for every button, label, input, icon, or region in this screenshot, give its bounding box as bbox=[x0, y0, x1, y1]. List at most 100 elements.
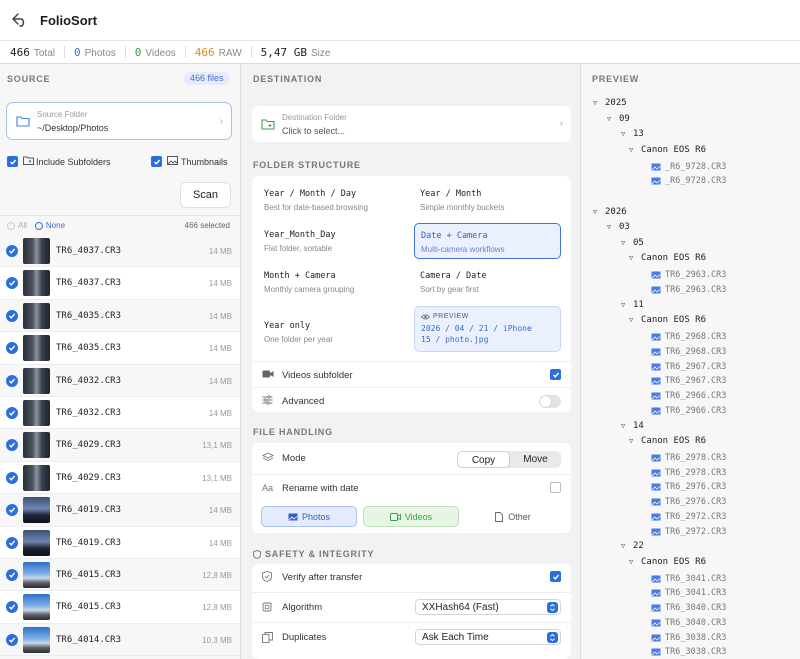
tree-folder[interactable]: ▽ Canon EOS R6 bbox=[629, 315, 706, 325]
destination-folder-picker[interactable]: Destination Folder Click to select... › bbox=[252, 106, 571, 142]
duplicates-select[interactable]: Ask Each Time bbox=[415, 629, 561, 645]
tree-file[interactable]: TR6_2978.CR3 bbox=[651, 468, 726, 478]
file-checkbox[interactable] bbox=[6, 342, 18, 355]
file-row[interactable]: TR6_4037.CR3 14 MB bbox=[0, 267, 240, 300]
file-checkbox[interactable] bbox=[6, 406, 18, 419]
move-segment[interactable]: Move bbox=[510, 451, 561, 468]
tree-folder[interactable]: ▽ 2026 bbox=[593, 207, 627, 217]
file-row[interactable]: TR6_4014.CR3 10,3 MB bbox=[0, 624, 240, 657]
file-checkbox[interactable] bbox=[6, 374, 18, 387]
tree-file[interactable]: TR6_3040.CR3 bbox=[651, 603, 726, 613]
thumbnails-checkbox[interactable] bbox=[151, 156, 162, 167]
file-checkbox[interactable] bbox=[6, 633, 18, 646]
file-checkbox[interactable] bbox=[6, 309, 18, 322]
tree-file[interactable]: TR6_3038.CR3 bbox=[651, 647, 726, 657]
structure-option[interactable]: Month + Camera Monthly camera grouping bbox=[258, 264, 405, 300]
verify-checkbox[interactable] bbox=[550, 571, 561, 582]
structure-option[interactable]: Year only One folder per year bbox=[258, 314, 405, 350]
tree-folder[interactable]: ▽ 14 bbox=[621, 421, 644, 431]
tree-folder[interactable]: ▽ 05 bbox=[621, 238, 644, 248]
tree-file[interactable]: TR6_2976.CR3 bbox=[651, 482, 726, 492]
tree-file[interactable]: TR6_2972.CR3 bbox=[651, 527, 726, 537]
tree-file[interactable]: _R6_9728.CR3 bbox=[651, 162, 726, 172]
file-checkbox[interactable] bbox=[6, 504, 18, 517]
tree-folder[interactable]: ▽ Canon EOS R6 bbox=[629, 253, 706, 263]
source-folder-picker[interactable]: Source Folder ~/Desktop/Photos › bbox=[6, 102, 232, 140]
file-row[interactable]: TR6_4029.CR3 13,1 MB bbox=[0, 461, 240, 495]
tree-file-label: TR6_2966.CR3 bbox=[665, 391, 727, 402]
tree-file[interactable]: TR6_2967.CR3 bbox=[651, 362, 726, 372]
structure-option[interactable]: Year / Month Simple monthly buckets bbox=[414, 182, 561, 218]
tree-file[interactable]: _R6_9728.CR3 bbox=[651, 176, 726, 186]
file-checkbox[interactable] bbox=[6, 601, 18, 614]
file-checkbox[interactable] bbox=[6, 277, 18, 290]
tree-file[interactable]: TR6_3038.CR3 bbox=[651, 633, 726, 643]
select-all[interactable]: All bbox=[7, 221, 27, 230]
photos-filter-button[interactable]: Photos bbox=[261, 506, 357, 527]
tree-file[interactable]: TR6_2963.CR3 bbox=[651, 285, 726, 295]
tree-folder[interactable]: ▽ 22 bbox=[621, 541, 644, 551]
file-checkbox[interactable] bbox=[6, 536, 18, 549]
stat-value: 5,47 GB bbox=[260, 45, 307, 59]
tree-file[interactable]: TR6_2967.CR3 bbox=[651, 376, 726, 386]
tree-file[interactable]: TR6_3040.CR3 bbox=[651, 618, 726, 628]
thumbnails-option[interactable]: Thumbnails bbox=[151, 156, 228, 167]
tree-folder[interactable]: ▽ 2025 bbox=[593, 98, 627, 108]
verify-row[interactable]: Verify after transfer bbox=[252, 564, 571, 590]
file-row[interactable]: TR6_4015.CR3 12,8 MB bbox=[0, 559, 240, 592]
tree-folder[interactable]: ▽ 03 bbox=[607, 222, 630, 232]
tree-folder[interactable]: ▽ 13 bbox=[621, 129, 644, 139]
mode-segmented-control[interactable]: Copy Move bbox=[457, 451, 561, 468]
structure-option[interactable]: Camera / Date Sort by gear first bbox=[414, 264, 561, 300]
file-checkbox[interactable] bbox=[6, 245, 18, 257]
tree-folder[interactable]: ▽ 11 bbox=[621, 300, 644, 310]
other-filter-button[interactable]: Other bbox=[465, 506, 561, 527]
structure-option[interactable]: Date + Camera Multi-camera workflows bbox=[414, 223, 561, 259]
tree-file[interactable]: TR6_2978.CR3 bbox=[651, 453, 726, 463]
tree-folder[interactable]: ▽ Canon EOS R6 bbox=[629, 145, 706, 155]
tree-file[interactable]: TR6_2968.CR3 bbox=[651, 347, 726, 357]
videos-filter-button[interactable]: Videos bbox=[363, 506, 459, 527]
file-checkbox[interactable] bbox=[6, 568, 18, 581]
tree-file[interactable]: TR6_2963.CR3 bbox=[651, 270, 726, 280]
file-row[interactable]: TR6_4032.CR3 14 MB bbox=[0, 396, 240, 430]
tree-folder[interactable]: ▽ Canon EOS R6 bbox=[629, 436, 706, 446]
file-row[interactable]: TR6_4035.CR3 14 MB bbox=[0, 332, 240, 365]
duplicates-value: Ask Each Time bbox=[422, 632, 489, 643]
scan-button[interactable]: Scan bbox=[180, 182, 231, 208]
tree-file[interactable]: TR6_3041.CR3 bbox=[651, 588, 726, 598]
tree-file[interactable]: TR6_2968.CR3 bbox=[651, 332, 726, 342]
tree-file-label: TR6_2978.CR3 bbox=[665, 453, 727, 463]
algorithm-select[interactable]: XXHash64 (Fast) bbox=[415, 599, 561, 615]
file-row[interactable]: TR6_4029.CR3 13,1 MB bbox=[0, 429, 240, 462]
copy-segment[interactable]: Copy bbox=[457, 451, 510, 468]
include-subfolders-checkbox[interactable] bbox=[7, 156, 18, 167]
structure-option[interactable]: Year / Month / Day Best for date-based br… bbox=[258, 182, 405, 218]
tree-file-label: _R6_9728.CR3 bbox=[665, 161, 727, 172]
tree-file[interactable]: TR6_2972.CR3 bbox=[651, 512, 726, 522]
tree-folder[interactable]: ▽ Canon EOS R6 bbox=[629, 557, 706, 567]
file-row[interactable]: TR6_4032.CR3 14 MB bbox=[0, 365, 240, 397]
tree-file[interactable]: TR6_2966.CR3 bbox=[651, 391, 726, 401]
structure-option[interactable]: Year_Month_Day Flat folder, sortable bbox=[258, 223, 405, 259]
file-checkbox[interactable] bbox=[6, 439, 18, 452]
back-button[interactable] bbox=[10, 10, 30, 30]
file-row[interactable]: TR6_4019.CR3 14 MB bbox=[0, 494, 240, 527]
tree-file[interactable]: TR6_2976.CR3 bbox=[651, 497, 726, 507]
file-row[interactable]: TR6_4015.CR3 12,8 MB bbox=[0, 591, 240, 624]
file-row[interactable]: TR6_4035.CR3 14 MB bbox=[0, 300, 240, 333]
file-row[interactable]: TR6_4019.CR3 14 MB bbox=[0, 526, 240, 559]
videos-subfolder-row[interactable]: Videos subfolder bbox=[252, 361, 571, 387]
tree-file[interactable]: TR6_2966.CR3 bbox=[651, 406, 726, 416]
file-row[interactable]: TR6_4037.CR3 14 MB bbox=[0, 235, 240, 268]
advanced-row[interactable]: Advanced bbox=[252, 387, 571, 413]
tree-folder[interactable]: ▽ 09 bbox=[607, 114, 630, 124]
rename-checkbox[interactable] bbox=[550, 482, 561, 493]
select-none[interactable]: None bbox=[34, 221, 65, 230]
rename-row[interactable]: Aa Rename with date bbox=[252, 474, 571, 500]
videos-subfolder-checkbox[interactable] bbox=[550, 369, 561, 380]
file-checkbox[interactable] bbox=[6, 471, 18, 484]
include-subfolders-option[interactable]: Include Subfolders bbox=[7, 156, 111, 167]
advanced-toggle[interactable] bbox=[539, 395, 561, 408]
tree-file[interactable]: TR6_3041.CR3 bbox=[651, 574, 726, 584]
